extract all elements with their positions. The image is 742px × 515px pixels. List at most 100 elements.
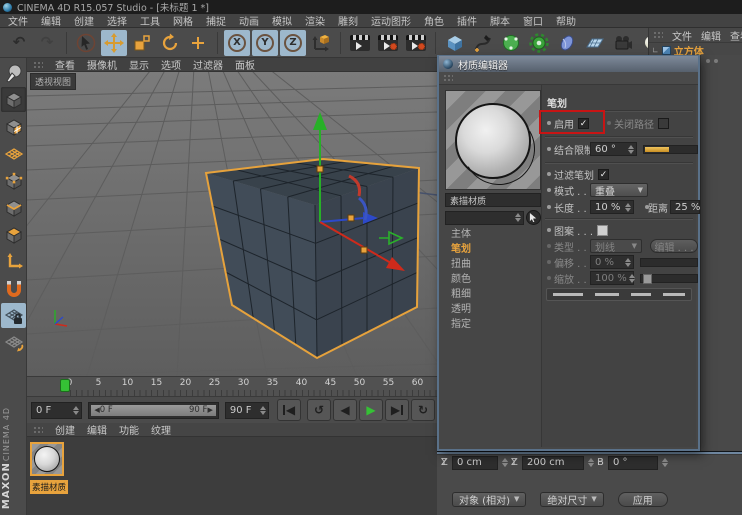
spline-pen-button[interactable] [470,30,496,56]
menu-item[interactable]: 运动图形 [371,13,411,28]
menu-item[interactable]: 选择 [107,13,127,28]
menu-item[interactable]: 雕刻 [338,13,358,28]
edit-pattern-button[interactable]: 编辑 . . . [650,239,698,253]
size-mode-dropdown[interactable]: 绝对尺寸▼ [540,492,603,507]
coord-rotation-field[interactable]: 0 ° [608,456,658,470]
camera-button[interactable] [610,30,636,56]
lock-workplane-button[interactable] [1,303,26,328]
panel-grip-icon[interactable] [653,31,663,39]
polygons-mode-button[interactable] [1,222,26,247]
stepper-icon[interactable] [629,274,635,283]
coordinate-system-button[interactable] [308,30,334,56]
type-dropdown[interactable]: 划线 ▼ [590,239,642,253]
param-dot[interactable] [547,276,551,280]
undo-button[interactable]: ↶ [6,30,32,56]
stepper-icon[interactable] [72,406,79,415]
menu-item[interactable]: 文件 [8,13,28,28]
expand-icon[interactable]: ∟ [652,46,659,55]
menu-item[interactable]: 创建 [74,13,94,28]
menu-item[interactable]: 插件 [457,13,477,28]
rotate-tool-button[interactable] [157,30,183,56]
combine-limit-slider[interactable] [643,145,698,154]
snap-magnet-button[interactable] [1,276,26,301]
scale-slider[interactable] [640,274,698,283]
stepper-icon[interactable] [501,458,508,467]
frame-range-slider[interactable]: ◀ 0 F 90 F ▶ [88,402,218,419]
menu-item[interactable]: 工具 [140,13,160,28]
filter-strokes-checkbox[interactable]: ✓ [598,169,609,180]
object-mode-dropdown[interactable]: 对象 (相对)▼ [452,492,526,507]
vp-menu-item[interactable]: 显示 [129,57,149,72]
view-label[interactable]: 透视视图 [30,73,76,90]
enable-axis-button[interactable] [1,249,26,274]
subdivision-surface-button[interactable] [498,30,524,56]
om-menu-item[interactable]: 查看 [730,28,742,43]
enable-checkbox[interactable]: ✓ [578,118,589,129]
channel-item[interactable]: 扭曲 [451,257,539,272]
param-dot[interactable] [607,121,611,125]
last-tool-button[interactable] [185,30,211,56]
channel-item[interactable]: 颜色 [451,272,539,287]
combine-limit-field[interactable]: 60 ° [590,142,637,156]
mm-menu-item[interactable]: 创建 [55,422,75,437]
channel-item[interactable]: 笔划 [451,242,539,257]
om-menu-item[interactable]: 编辑 [701,28,721,43]
stepper-icon[interactable] [624,258,631,267]
deformer-button[interactable] [526,30,552,56]
param-dot[interactable] [547,260,551,264]
end-frame-field[interactable]: 90 F [225,402,269,419]
previous-frame-button[interactable]: ◀ [333,399,357,421]
current-frame-field[interactable]: 0 F [31,402,82,419]
scale-tool-button[interactable] [129,30,155,56]
material-thumbnail[interactable] [30,442,64,476]
next-frame-button[interactable]: ▶ [385,399,409,421]
menu-item[interactable]: 窗口 [523,13,543,28]
channel-item[interactable]: 透明 [451,302,539,317]
menu-item[interactable]: 模拟 [272,13,292,28]
redo-button[interactable]: ↷ [34,30,60,56]
pattern-checkbox[interactable] [597,225,608,236]
menu-item[interactable]: 捕捉 [206,13,226,28]
move-tool-button[interactable] [101,30,127,56]
workplane-button[interactable] [1,141,26,166]
menu-item[interactable]: 网格 [173,13,193,28]
param-dot[interactable] [547,121,551,125]
coord-position-field[interactable]: 0 cm [452,456,498,470]
y-axis-lock-button[interactable]: Y [252,30,278,56]
render-picture-viewer-button[interactable] [375,30,401,56]
param-dot[interactable] [547,188,551,192]
timeline-ruler[interactable]: 051015202530354045505560 [27,376,437,397]
menu-item[interactable]: 角色 [424,13,444,28]
param-dot[interactable] [547,172,551,176]
loop-button[interactable]: ↻ [411,399,435,421]
texture-mode-button[interactable] [1,114,26,139]
edges-mode-button[interactable] [1,195,26,220]
go-to-start-button[interactable]: ◀ [277,399,301,421]
close-path-checkbox[interactable] [658,118,669,129]
panel-grip-icon[interactable] [443,74,453,82]
material-name-label[interactable]: 素描材质 [30,480,68,494]
offset-field[interactable]: 0 % [590,255,634,269]
mm-menu-item[interactable]: 纹理 [151,422,171,437]
mode-dropdown[interactable]: 重叠 ▼ [590,183,648,197]
workplane-orbit-button[interactable] [1,330,26,355]
model-mode-button[interactable] [1,87,26,112]
panel-grip-icon[interactable] [33,426,43,434]
scale-field[interactable]: 100 % [590,271,634,285]
viewport-canvas[interactable]: 透视视图 [27,72,437,376]
menu-item[interactable]: 渲染 [305,13,325,28]
play-backwards-button[interactable]: ↺ [307,399,331,421]
channel-item[interactable]: 粗细 [451,287,539,302]
om-menu-item[interactable]: 文件 [672,28,692,43]
play-button[interactable]: ▶ [359,399,383,421]
distance-field[interactable]: 25 % [670,200,700,214]
menu-item[interactable]: 动画 [239,13,259,28]
stepper-icon[interactable] [627,145,634,154]
dialog-title-bar[interactable]: 材质编辑器 [439,56,698,72]
floor-button[interactable] [582,30,608,56]
object-visibility-dots[interactable] [706,59,718,63]
panel-grip-icon[interactable] [33,61,43,69]
z-axis-lock-button[interactable]: Z [280,30,306,56]
stepper-icon[interactable] [661,458,668,467]
mm-menu-item[interactable]: 编辑 [87,422,107,437]
